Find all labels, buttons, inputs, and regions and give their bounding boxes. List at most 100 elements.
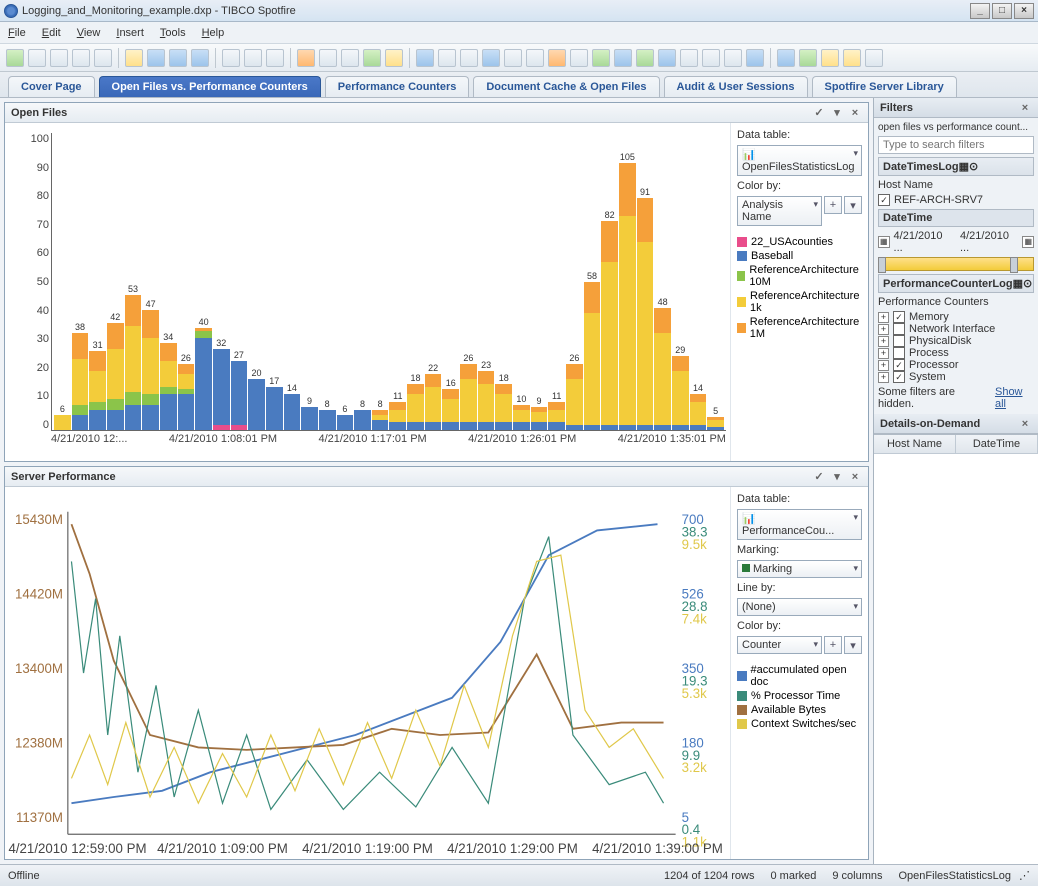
- barchart-icon[interactable]: [482, 49, 500, 67]
- menu-edit[interactable]: Edit: [42, 27, 61, 39]
- menu-tools[interactable]: Tools: [160, 27, 186, 39]
- expand-icon[interactable]: +: [878, 336, 889, 347]
- calendar-icon[interactable]: ▦: [878, 236, 890, 248]
- counter-checkbox[interactable]: ✓: [893, 311, 905, 323]
- tab-document-cache[interactable]: Document Cache & Open Files: [473, 76, 659, 97]
- add-button[interactable]: +: [824, 636, 842, 654]
- treemap-icon[interactable]: [636, 49, 654, 67]
- calendar-icon[interactable]: ▦: [1022, 236, 1034, 248]
- tab-audit-sessions[interactable]: Audit & User Sessions: [664, 76, 808, 97]
- menu-insert[interactable]: Insert: [116, 27, 144, 39]
- grid-icon[interactable]: ▦: [1013, 277, 1023, 290]
- filter-group-datetimeslog[interactable]: DateTimesLog▦ ⊙: [878, 157, 1034, 176]
- counter-checkbox[interactable]: [893, 335, 905, 347]
- show-all-link[interactable]: Show all: [995, 386, 1034, 410]
- counter-checkbox[interactable]: [893, 347, 905, 359]
- color-by-dropdown[interactable]: Analysis Name: [737, 196, 822, 226]
- expand-icon[interactable]: +: [878, 348, 889, 359]
- counter-checkbox[interactable]: [893, 323, 905, 335]
- close-icon[interactable]: ×: [1018, 417, 1032, 431]
- boxplot-icon[interactable]: [702, 49, 720, 67]
- tab-server-library[interactable]: Spotfire Server Library: [812, 76, 957, 97]
- grid-icon[interactable]: ▦: [959, 160, 969, 173]
- mapchart-icon[interactable]: [614, 49, 632, 67]
- filter-group-perfcounterlog[interactable]: PerformanceCounterLog▦ ⊙: [878, 274, 1034, 293]
- dod-col-hostname[interactable]: Host Name: [874, 435, 956, 453]
- comment-icon[interactable]: [865, 49, 883, 67]
- expand-icon[interactable]: +: [878, 360, 889, 371]
- piechart-icon[interactable]: [548, 49, 566, 67]
- layout4-icon[interactable]: [94, 49, 112, 67]
- add-button[interactable]: +: [824, 196, 842, 214]
- text-area-icon[interactable]: [746, 49, 764, 67]
- tab-open-files-vs-perf[interactable]: Open Files vs. Performance Counters: [99, 76, 321, 97]
- summary-icon[interactable]: [460, 49, 478, 67]
- close-icon[interactable]: ×: [1018, 101, 1032, 115]
- export-icon[interactable]: [244, 49, 262, 67]
- confirm-icon[interactable]: ✓: [812, 106, 826, 120]
- layout1-icon[interactable]: [28, 49, 46, 67]
- redo-step-icon[interactable]: [341, 49, 359, 67]
- data-table-dropdown[interactable]: 📊 PerformanceCou...: [737, 509, 862, 540]
- counter-checkbox[interactable]: ✓: [893, 371, 905, 383]
- open-files-chart[interactable]: 1009080706050403020100 63831425347342640…: [5, 123, 730, 461]
- tab-cover-page[interactable]: Cover Page: [8, 76, 95, 97]
- maximize-button[interactable]: □: [992, 3, 1012, 19]
- line-by-dropdown[interactable]: (None): [737, 598, 862, 616]
- server-performance-chart[interactable]: 11370M12380M13400M14420M15430M5180350526…: [5, 487, 730, 859]
- heatmap-icon[interactable]: [658, 49, 676, 67]
- settings-button[interactable]: ▾: [844, 636, 862, 654]
- expand-icon[interactable]: +: [878, 372, 889, 383]
- print-icon[interactable]: [222, 49, 240, 67]
- find-icon[interactable]: [799, 49, 817, 67]
- refresh-icon[interactable]: [385, 49, 403, 67]
- network-icon[interactable]: [724, 49, 742, 67]
- resize-grip-icon[interactable]: ⋰: [1019, 869, 1030, 882]
- datetime-range-slider[interactable]: [878, 257, 1034, 271]
- parallel-icon[interactable]: [680, 49, 698, 67]
- save-icon[interactable]: [169, 49, 187, 67]
- filter-icon[interactable]: [777, 49, 795, 67]
- menu-view[interactable]: View: [77, 27, 101, 39]
- expand-icon[interactable]: +: [878, 324, 889, 335]
- details-on-demand-table[interactable]: Host Name DateTime: [874, 434, 1038, 864]
- counter-checkbox[interactable]: ✓: [893, 359, 905, 371]
- close-button[interactable]: ×: [1014, 3, 1034, 19]
- settings-button[interactable]: ▾: [844, 196, 862, 214]
- search-filters-input[interactable]: [878, 136, 1034, 154]
- color-by-dropdown[interactable]: Counter: [737, 636, 822, 654]
- tag-icon[interactable]: [821, 49, 839, 67]
- dod-col-datetime[interactable]: DateTime: [956, 435, 1038, 453]
- scatterplot-icon[interactable]: [570, 49, 588, 67]
- hostname-checkbox[interactable]: ✓: [878, 194, 890, 206]
- new-icon[interactable]: [6, 49, 24, 67]
- menu-file[interactable]: File: [8, 27, 26, 39]
- data-table-dropdown[interactable]: 📊 OpenFilesStatisticsLog: [737, 145, 862, 176]
- 3dscatter-icon[interactable]: [592, 49, 610, 67]
- layout3-icon[interactable]: [72, 49, 90, 67]
- undo-step-icon[interactable]: [319, 49, 337, 67]
- add-data-icon[interactable]: [147, 49, 165, 67]
- close-icon[interactable]: ×: [848, 470, 862, 484]
- undo-icon[interactable]: [297, 49, 315, 67]
- minimize-button[interactable]: _: [970, 3, 990, 19]
- tab-performance-counters[interactable]: Performance Counters: [325, 76, 470, 97]
- expand-icon[interactable]: +: [878, 312, 889, 323]
- bookmark-icon[interactable]: [843, 49, 861, 67]
- chevron-down-icon[interactable]: ▾: [830, 470, 844, 484]
- chevron-down-icon[interactable]: ▾: [830, 106, 844, 120]
- linechart-icon[interactable]: [504, 49, 522, 67]
- menu-help[interactable]: Help: [202, 27, 225, 39]
- table-vis-icon[interactable]: [416, 49, 434, 67]
- layout2-icon[interactable]: [50, 49, 68, 67]
- filter-scheme-dropdown[interactable]: open files vs performance count...: [878, 122, 1034, 133]
- collapse-icon[interactable]: ⊙: [969, 160, 978, 173]
- redo-icon[interactable]: [363, 49, 381, 67]
- marking-dropdown[interactable]: Marking: [737, 560, 862, 578]
- combochart-icon[interactable]: [526, 49, 544, 67]
- save-as-icon[interactable]: [191, 49, 209, 67]
- crosstab-icon[interactable]: [438, 49, 456, 67]
- close-icon[interactable]: ×: [848, 106, 862, 120]
- collapse-icon[interactable]: ⊙: [1023, 277, 1032, 290]
- confirm-icon[interactable]: ✓: [812, 470, 826, 484]
